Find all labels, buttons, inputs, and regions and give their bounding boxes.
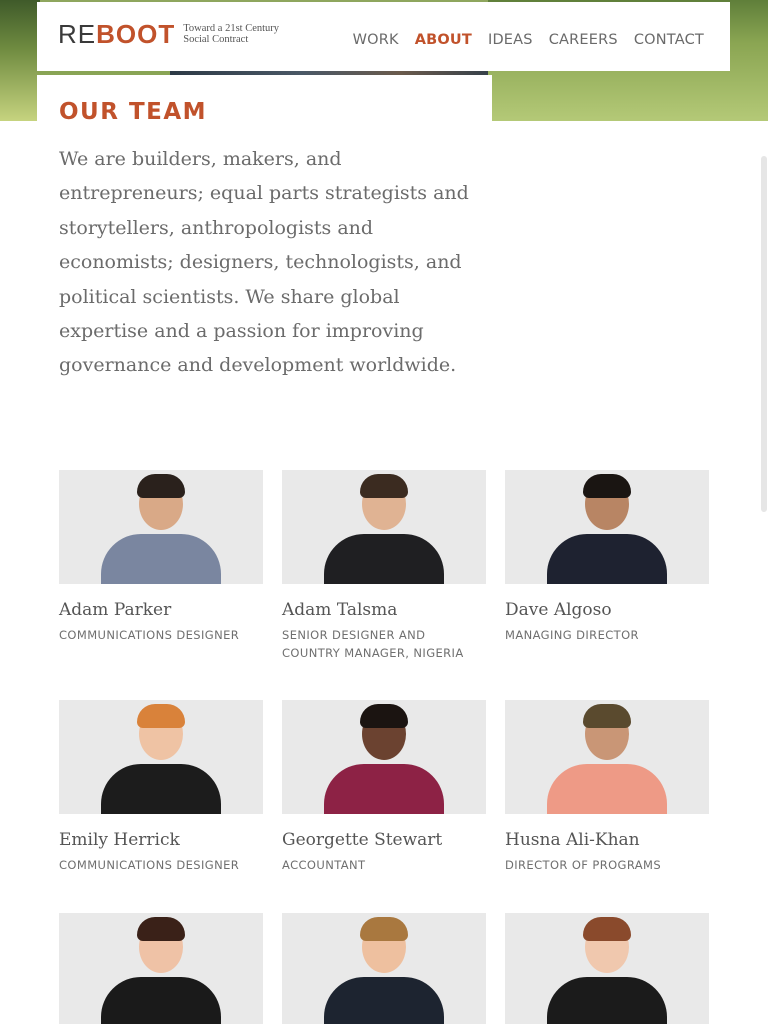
main-nav: WORK ABOUT IDEAS CAREERS CONTACT <box>353 32 704 48</box>
team-member-photo[interactable] <box>59 470 263 584</box>
site-header: REBOOT Toward a 21st Century Social Cont… <box>37 2 730 71</box>
nav-ideas[interactable]: IDEAS <box>488 32 533 48</box>
logo-tagline: Toward a 21st Century Social Contract <box>183 23 280 45</box>
team-member-photo[interactable] <box>59 913 263 1024</box>
team-member-photo[interactable] <box>505 470 709 584</box>
team-member-card[interactable]: Georgette Stewart ACCOUNTANT <box>282 700 486 874</box>
hero-photo-left <box>0 0 40 121</box>
team-member-role: SENIOR DESIGNER AND COUNTRY MANAGER, NIG… <box>282 628 464 660</box>
team-member-photo[interactable] <box>282 913 486 1024</box>
team-member-card[interactable]: Adam Talsma SENIOR DESIGNER AND COUNTRY … <box>282 470 486 662</box>
team-member-name[interactable]: Adam Parker <box>59 600 263 620</box>
team-member-role: MANAGING DIRECTOR <box>505 628 639 642</box>
team-member-photo[interactable] <box>505 913 709 1024</box>
team-member-photo[interactable] <box>282 470 486 584</box>
team-member-card[interactable]: Dave Algoso MANAGING DIRECTOR <box>505 470 709 644</box>
team-member-photo[interactable] <box>282 700 486 814</box>
logo-wordmark: REBOOT <box>58 19 176 49</box>
team-member-card[interactable] <box>282 913 486 1024</box>
intro-paragraph: We are builders, makers, and entrepreneu… <box>59 148 469 377</box>
nav-contact[interactable]: CONTACT <box>634 32 704 48</box>
nav-work[interactable]: WORK <box>353 32 399 48</box>
team-member-role: COMMUNICATIONS DESIGNER <box>59 858 240 872</box>
team-member-card[interactable]: Emily Herrick COMMUNICATIONS DESIGNER <box>59 700 263 874</box>
scrollbar[interactable] <box>761 156 767 512</box>
team-member-card[interactable]: Husna Ali-Khan DIRECTOR OF PROGRAMS <box>505 700 709 874</box>
team-member-card[interactable]: Adam Parker COMMUNICATIONS DESIGNER <box>59 470 263 644</box>
team-member-photo[interactable] <box>505 700 709 814</box>
team-member-name[interactable]: Emily Herrick <box>59 830 263 850</box>
team-member-role: COMMUNICATIONS DESIGNER <box>59 628 240 642</box>
page-title: OUR TEAM <box>59 99 208 125</box>
team-member-role: ACCOUNTANT <box>282 858 366 872</box>
team-member-name[interactable]: Dave Algoso <box>505 600 709 620</box>
team-member-role: DIRECTOR OF PROGRAMS <box>505 858 662 872</box>
team-member-name[interactable]: Georgette Stewart <box>282 830 486 850</box>
team-member-name[interactable]: Adam Talsma <box>282 600 486 620</box>
nav-about[interactable]: ABOUT <box>415 32 472 48</box>
team-member-card[interactable] <box>59 913 263 1024</box>
reboot-logo[interactable]: REBOOT Toward a 21st Century Social Cont… <box>58 21 293 47</box>
nav-careers[interactable]: CAREERS <box>549 32 618 48</box>
team-member-name[interactable]: Husna Ali-Khan <box>505 830 709 850</box>
team-member-photo[interactable] <box>59 700 263 814</box>
team-member-card[interactable] <box>505 913 709 1024</box>
